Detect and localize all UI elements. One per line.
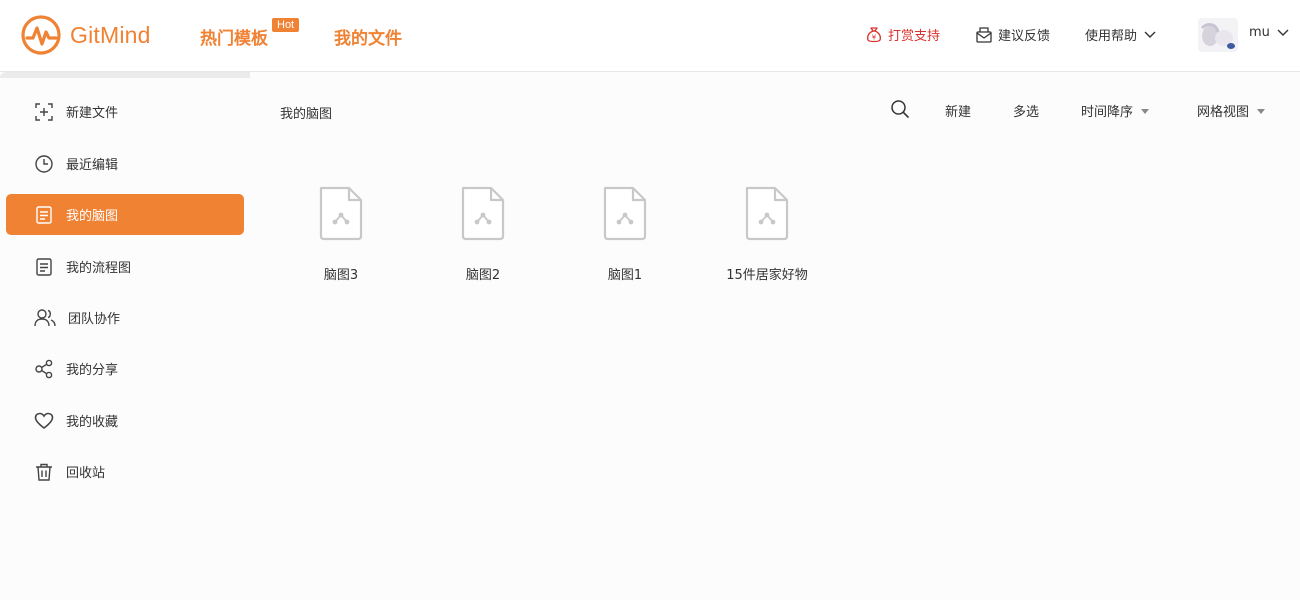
clock-icon <box>35 154 53 173</box>
sidebar-item-label: 回收站 <box>66 466 106 481</box>
nav-my-files[interactable]: 我的文件 <box>334 24 402 49</box>
nav-templates[interactable]: 热门模板 <box>200 24 268 49</box>
view-label: 网格视图 <box>1197 105 1250 120</box>
search-icon <box>891 100 909 118</box>
sidebar-item-label: 新建文件 <box>66 106 119 121</box>
document-icon <box>36 257 52 276</box>
multi-select-button[interactable]: 多选 <box>1013 101 1039 120</box>
file-name: 脑图2 <box>465 268 501 283</box>
svg-text:¥: ¥ <box>872 33 877 41</box>
multi-select-label: 多选 <box>1013 105 1040 120</box>
sidebar-top-divider <box>0 72 250 78</box>
sidebar-item-new-file[interactable]: 新建文件 <box>6 91 244 132</box>
sort-label: 时间降序 <box>1081 105 1134 120</box>
user-menu[interactable]: mu <box>1249 25 1290 40</box>
sidebar-item-label: 最近编辑 <box>66 158 119 173</box>
breadcrumb: 我的脑图 <box>280 107 333 122</box>
feedback-icon <box>976 26 992 43</box>
sidebar-item-my-mindmaps[interactable]: 我的脑图 <box>6 194 244 235</box>
mindmap-file-icon <box>745 186 789 241</box>
mindmap-file-icon <box>603 186 647 241</box>
feedback-button[interactable]: 建议反馈 <box>975 25 1050 44</box>
new-button[interactable]: 新建 <box>945 101 971 120</box>
sidebar-item-trash[interactable]: 回收站 <box>6 451 244 492</box>
avatar-image-icon <box>1198 18 1238 52</box>
file-name: 脑图1 <box>607 268 643 283</box>
mindmap-file-icon <box>461 186 505 241</box>
sidebar-item-my-shares[interactable]: 我的分享 <box>6 348 244 389</box>
help-label: 使用帮助 <box>1085 29 1138 44</box>
caret-down-icon <box>1141 109 1150 114</box>
sidebar-item-label: 团队协作 <box>68 312 121 327</box>
money-bag-icon: ¥ <box>867 26 881 42</box>
file-card[interactable]: 脑图1 <box>554 180 696 295</box>
chevron-down-icon <box>1277 29 1289 36</box>
sidebar-item-my-flowcharts[interactable]: 我的流程图 <box>6 246 244 287</box>
sort-dropdown[interactable]: 时间降序 <box>1081 101 1150 120</box>
logo-icon <box>21 15 61 55</box>
username: mu <box>1249 25 1270 40</box>
new-label: 新建 <box>945 105 972 120</box>
document-icon <box>36 205 52 224</box>
team-icon <box>34 308 56 326</box>
sidebar-item-label: 我的脑图 <box>66 209 119 224</box>
feedback-label: 建议反馈 <box>998 29 1051 44</box>
search-button[interactable] <box>890 99 910 119</box>
file-name: 脑图3 <box>323 268 359 283</box>
avatar[interactable] <box>1198 18 1238 52</box>
gitmind-logo[interactable]: GitMind <box>20 14 151 56</box>
chevron-down-icon <box>1144 31 1156 38</box>
logo-text: GitMind <box>70 21 151 48</box>
sidebar-item-label: 我的分享 <box>66 363 119 378</box>
view-dropdown[interactable]: 网格视图 <box>1197 101 1266 120</box>
share-icon <box>35 359 53 378</box>
new-file-icon <box>35 102 53 121</box>
mindmap-file-icon <box>319 186 363 241</box>
sidebar-item-team[interactable]: 团队协作 <box>6 297 244 338</box>
sidebar-item-label: 我的流程图 <box>66 261 132 276</box>
heart-icon <box>34 412 54 429</box>
help-menu[interactable]: 使用帮助 <box>1085 25 1157 44</box>
file-card[interactable]: 脑图3 <box>270 180 412 295</box>
file-name: 15件居家好物 <box>726 268 808 283</box>
sidebar-item-label: 我的收藏 <box>66 415 119 430</box>
sidebar-item-recent[interactable]: 最近编辑 <box>6 143 244 184</box>
trash-icon <box>36 463 52 481</box>
file-card[interactable]: 脑图2 <box>412 180 554 295</box>
sidebar-item-favorites[interactable]: 我的收藏 <box>6 400 244 441</box>
donate-label: 打赏支持 <box>888 29 941 44</box>
caret-down-icon <box>1257 109 1266 114</box>
hot-badge: Hot <box>272 18 300 32</box>
donate-button[interactable]: ¥ 打赏支持 <box>865 25 940 44</box>
top-header: GitMind 热门模板 Hot 我的文件 ¥ 打赏支持 建议反馈 使用帮助 m… <box>0 0 1300 72</box>
file-card[interactable]: 15件居家好物 <box>696 180 838 295</box>
